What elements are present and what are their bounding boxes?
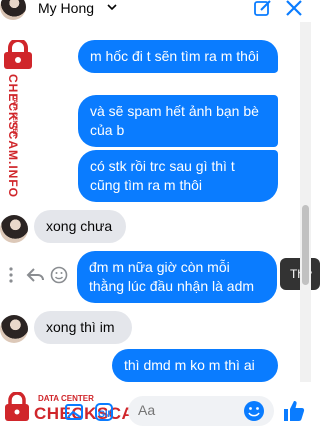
- contact-avatar[interactable]: [0, 315, 28, 343]
- like-icon[interactable]: [282, 399, 306, 423]
- message-incoming[interactable]: xong chưa: [34, 210, 126, 243]
- new-message-icon[interactable]: [253, 0, 273, 18]
- message-incoming[interactable]: xong thì im: [34, 311, 132, 344]
- emoji-reaction-icon[interactable]: [50, 266, 68, 284]
- message-outgoing[interactable]: m hốc đi t sẽn tìm ra m thôi: [78, 40, 278, 73]
- message-text: m hốc đi t sẽn tìm ra m thôi: [90, 48, 259, 64]
- message-outgoing[interactable]: có stk rồi trc sau gì thì t cũng tìm ra …: [78, 150, 278, 202]
- lock-icon: [5, 392, 29, 421]
- chevron-down-icon[interactable]: [106, 1, 118, 13]
- message-outgoing[interactable]: đm m nữa giờ còn mỗi thằng lúc đầu nhận …: [77, 251, 277, 303]
- watermark-tag: DATA CENTER: [11, 95, 17, 137]
- message-input[interactable]: [138, 402, 238, 418]
- message-text: đm m nữa giờ còn mỗi thằng lúc đầu nhận …: [89, 259, 255, 294]
- chat-header: My Hong: [0, 0, 311, 22]
- message-text: và sẽ spam hết ảnh bạn bè của b: [90, 103, 259, 138]
- more-icon[interactable]: [8, 266, 14, 284]
- message-outgoing[interactable]: và sẽ spam hết ảnh bạn bè của b: [78, 95, 278, 147]
- close-icon[interactable]: [284, 0, 304, 18]
- watermark-logo: CHECKSCAM.INFO DATA CENTER: [0, 40, 40, 200]
- emoji-icon[interactable]: [243, 400, 265, 422]
- reply-icon[interactable]: [26, 267, 44, 283]
- scrollbar[interactable]: [300, 22, 311, 382]
- scrollbar-thumb[interactable]: [302, 205, 309, 285]
- message-text: xong thì im: [46, 319, 115, 335]
- message-text: xong chưa: [46, 218, 113, 234]
- sticker-icon[interactable]: GIF: [94, 402, 114, 422]
- message-outgoing[interactable]: thì dmd m ko m thì ai: [112, 349, 278, 382]
- image-icon[interactable]: [64, 402, 84, 422]
- contact-name[interactable]: My Hong: [38, 0, 94, 16]
- message-actions: [4, 264, 72, 284]
- message-text: thì dmd m ko m thì ai: [124, 357, 255, 373]
- contact-avatar[interactable]: [0, 215, 28, 243]
- contact-avatar[interactable]: [0, 0, 26, 20]
- svg-text:GIF: GIF: [98, 409, 114, 419]
- message-text: có stk rồi trc sau gì thì t cũng tìm ra …: [90, 158, 235, 193]
- lock-icon: [4, 40, 32, 69]
